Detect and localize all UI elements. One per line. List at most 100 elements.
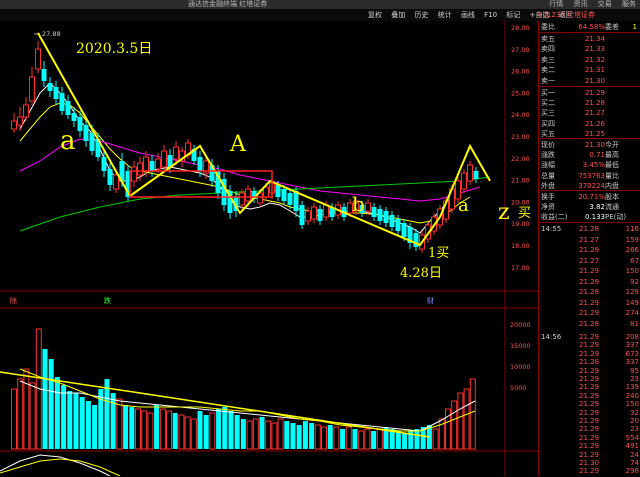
volume-bar bbox=[190, 418, 197, 450]
stat-row-label2: 股本 bbox=[605, 193, 619, 201]
tick-volume: 116 bbox=[625, 225, 639, 233]
volume-bar bbox=[209, 412, 216, 450]
candle-body bbox=[83, 125, 89, 141]
volume-bar bbox=[61, 385, 67, 449]
volume-tick: 15000 bbox=[510, 342, 531, 350]
candle-body bbox=[377, 209, 383, 221]
tool-overlay[interactable]: 叠加 bbox=[391, 11, 405, 19]
volume-bar bbox=[402, 433, 408, 449]
volume-bar bbox=[203, 415, 209, 449]
quote-panel: 委比 64.58% 委差 1 卖五 21.34 卖四 21.33 卖三 21.32 卖二 21… bbox=[538, 21, 640, 476]
bid-level: 买四 21.26 bbox=[541, 119, 639, 129]
tick-row: 21.29 266 bbox=[541, 245, 639, 256]
stat-row-value: 20.71% bbox=[578, 193, 605, 201]
candle-body bbox=[365, 202, 371, 212]
stat-row: 现价 21.30 今开 bbox=[541, 140, 639, 150]
tick-price: 21.28 bbox=[579, 288, 600, 296]
annotation-A: A bbox=[229, 132, 247, 157]
volume-bar bbox=[92, 405, 98, 449]
tick-volume: 298 bbox=[625, 467, 639, 476]
max-price-label: 27.88 bbox=[42, 30, 61, 38]
candle-body bbox=[71, 113, 77, 121]
tick-price: 21.29 bbox=[579, 467, 600, 476]
candle-body bbox=[287, 193, 293, 205]
tool-f10[interactable]: F10 bbox=[484, 11, 497, 19]
stat-row: 总量 753763 量比 bbox=[541, 171, 639, 181]
menu-trade[interactable]: 交易 bbox=[598, 0, 612, 8]
price-tick: 28.00 bbox=[511, 24, 530, 32]
bid-level: 买三 21.27 bbox=[541, 108, 639, 118]
stat-row: 涨幅 3.45% 最低 bbox=[541, 160, 639, 170]
volume-bar bbox=[314, 424, 321, 450]
tick-volume: 149 bbox=[625, 298, 639, 307]
tool-history[interactable]: 历史 bbox=[414, 11, 428, 19]
tick-price: 21.27 bbox=[579, 235, 600, 244]
tick-row: 21.29 298 bbox=[541, 466, 639, 477]
tick-row: 21.28 81 bbox=[541, 319, 639, 330]
volume-bar bbox=[395, 431, 401, 449]
volume-bar bbox=[271, 422, 278, 450]
stock-header: 601236 红塔证券 bbox=[538, 9, 640, 21]
candle-body bbox=[143, 156, 149, 172]
kline-chart[interactable]: 28.00 27.00 26.00 25.00 24.00 23.00 22.00 21.00… bbox=[0, 21, 538, 476]
candle-body bbox=[371, 207, 377, 217]
stat-row: 涨跌 0.71 最高 bbox=[541, 150, 639, 160]
flag-cai: 财 bbox=[427, 296, 434, 305]
volume-bar bbox=[364, 428, 371, 450]
volume-bar bbox=[135, 408, 141, 450]
separator bbox=[539, 86, 640, 87]
candle-body bbox=[239, 192, 245, 206]
annotation-buy-z: 买 bbox=[518, 206, 531, 221]
ask-level: 卖四 21.33 bbox=[541, 44, 639, 54]
candle-body bbox=[77, 117, 83, 131]
tick-row: 21.29 274 bbox=[541, 308, 639, 319]
volume-bar bbox=[141, 410, 148, 450]
stat-row-value: 3.82 bbox=[589, 203, 605, 212]
volume-bar bbox=[222, 407, 228, 449]
volume-bar bbox=[451, 400, 458, 450]
candle-body bbox=[305, 210, 311, 222]
volume-bar bbox=[296, 425, 302, 449]
volume-bar bbox=[358, 430, 365, 450]
commission-label: 委比 bbox=[541, 23, 555, 31]
volume-bar bbox=[371, 431, 377, 449]
ask-level: 卖三 21.32 bbox=[541, 55, 639, 65]
volume-bar bbox=[252, 418, 259, 450]
volume-bar bbox=[123, 405, 129, 449]
volume-bar bbox=[42, 349, 48, 449]
candle-body bbox=[461, 172, 467, 190]
tool-draw[interactable]: 画线 bbox=[461, 11, 475, 19]
tool-stats[interactable]: 统计 bbox=[438, 11, 452, 19]
volume-bar bbox=[345, 426, 352, 450]
volume-bar bbox=[414, 429, 420, 449]
volume-bar bbox=[23, 368, 30, 450]
menu-news[interactable]: 资讯 bbox=[574, 0, 588, 8]
volume-bar bbox=[79, 397, 85, 449]
tick-volume: 129 bbox=[625, 288, 639, 296]
tick-volume: 266 bbox=[625, 246, 639, 254]
volume-bar bbox=[259, 417, 265, 449]
flag-chu: 除 bbox=[10, 296, 17, 305]
candle-body bbox=[113, 174, 119, 190]
annotation-date2: 4.28日 bbox=[400, 266, 442, 281]
tick-price: 21.27 bbox=[579, 256, 600, 265]
volume-bar bbox=[246, 420, 253, 450]
commission-value: 64.58% bbox=[578, 23, 605, 31]
menu-quotes[interactable]: 行情 bbox=[549, 0, 563, 8]
tool-mark[interactable]: 标记 bbox=[506, 11, 520, 19]
candle-body bbox=[401, 223, 407, 237]
tool-fuquan[interactable]: 复权 bbox=[368, 11, 382, 19]
volume-bar bbox=[376, 428, 383, 450]
price-tick: 23.00 bbox=[511, 133, 530, 141]
candle-body bbox=[383, 211, 389, 223]
menu-service[interactable]: 服务 bbox=[622, 0, 636, 8]
price-tick: 19.00 bbox=[511, 220, 530, 228]
stat-row-value: 3.45% bbox=[582, 161, 605, 170]
volume-bar bbox=[147, 412, 154, 450]
volume-bar bbox=[159, 408, 166, 450]
candle-body bbox=[467, 164, 473, 182]
volume-bar bbox=[469, 378, 476, 450]
ask-level-value: 21.33 bbox=[584, 45, 605, 54]
candle-body bbox=[197, 157, 203, 171]
volume-tick: 5000 bbox=[510, 384, 527, 392]
